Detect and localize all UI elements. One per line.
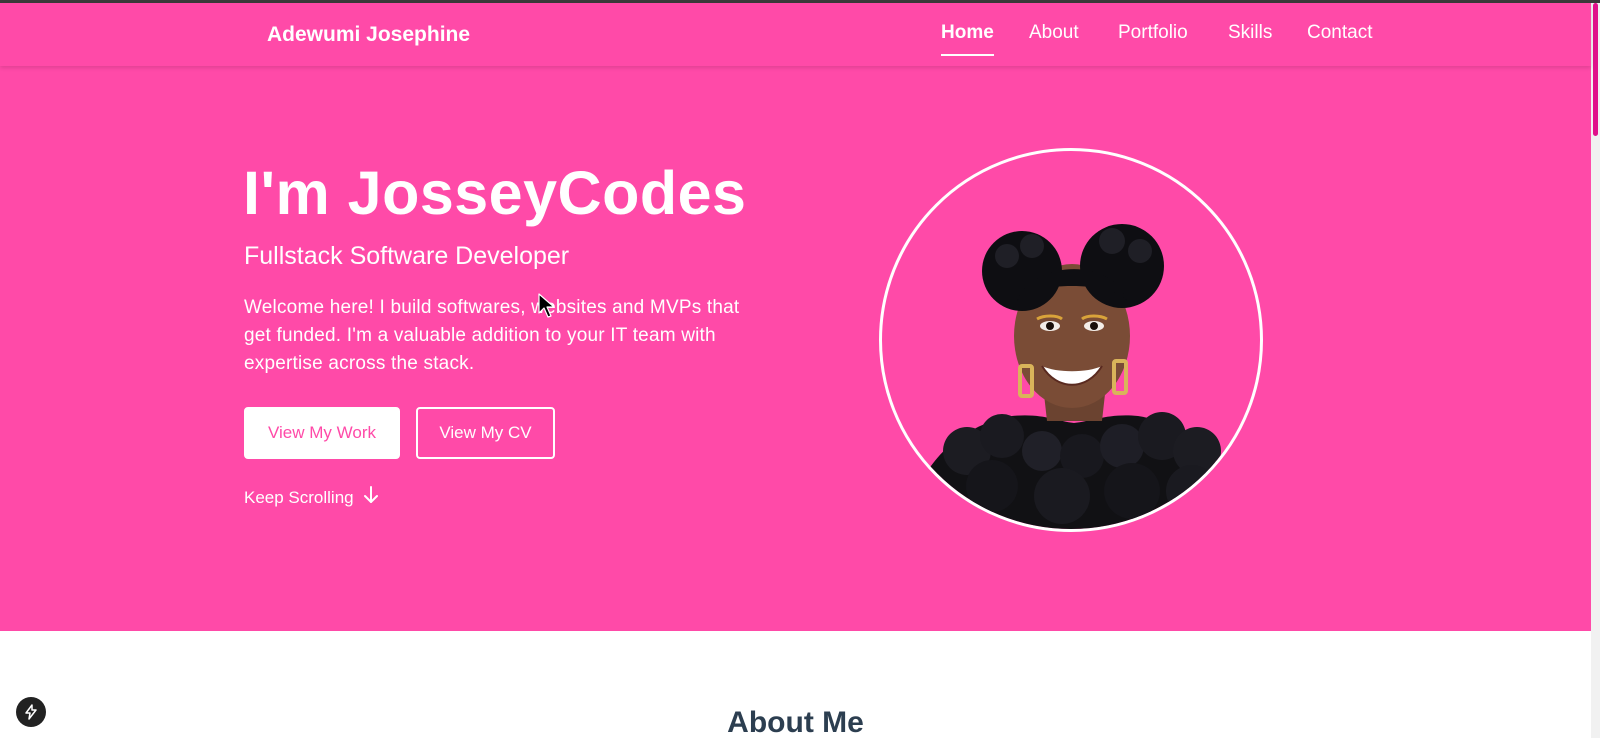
nav-contact[interactable]: Contact	[1307, 22, 1372, 44]
hero-description: Welcome here! I build softwares, website…	[244, 297, 740, 374]
navbar: Adewumi Josephine Home About Portfolio S…	[0, 3, 1591, 66]
portrait-illustration	[907, 224, 1241, 529]
scrollbar-thumb[interactable]	[1593, 3, 1598, 136]
hero-title: I'm JosseyCodes	[243, 159, 747, 227]
keep-scrolling-label: Keep Scrolling	[244, 487, 354, 507]
hero-subtitle: Fullstack Software Developer	[244, 242, 570, 270]
keep-scrolling-link[interactable]: Keep Scrolling	[244, 486, 378, 509]
profile-photo	[879, 148, 1263, 532]
about-heading: About Me	[727, 706, 864, 738]
view-my-work-button[interactable]: View My Work	[244, 407, 400, 459]
lightning-icon[interactable]	[16, 697, 46, 727]
view-my-cv-button[interactable]: View My CV	[416, 407, 555, 459]
arrow-down-icon	[363, 486, 378, 509]
nav-about[interactable]: About	[1029, 22, 1079, 44]
nav-portfolio[interactable]: Portfolio	[1118, 22, 1188, 44]
nav-links: Home About Portfolio Skills Contact	[0, 3, 1591, 66]
nav-home[interactable]: Home	[941, 22, 994, 56]
hero-section: I'm JosseyCodes Fullstack Software Devel…	[0, 66, 1591, 631]
nav-skills[interactable]: Skills	[1228, 22, 1272, 44]
mouse-pointer-icon	[538, 293, 556, 324]
